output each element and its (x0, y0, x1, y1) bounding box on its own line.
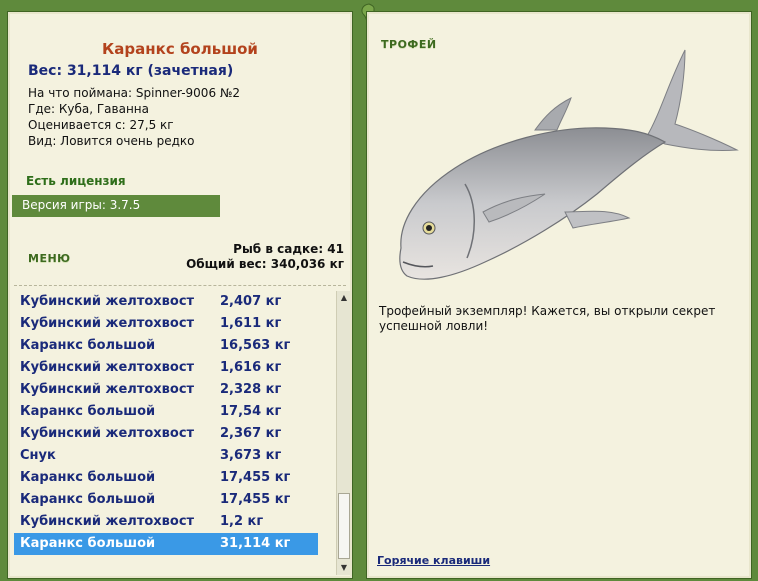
catch-row[interactable]: Каранкс большой 16,563 кг (14, 335, 318, 357)
catch-fish-weight: 2,367 кг (220, 426, 282, 441)
fish-count: Рыб в садке: 41 (233, 242, 344, 256)
catch-fish-name: Каранкс большой (20, 536, 156, 551)
catch-fish-name: Кубинский желтохвост (20, 294, 195, 309)
catch-fish-weight: 3,673 кг (220, 448, 282, 463)
catch-row[interactable]: Кубинский желтохвост 1,2 кг (14, 511, 318, 533)
catch-fish-name: Каранкс большой (20, 404, 156, 419)
catch-fish-name: Кубинский желтохвост (20, 316, 195, 331)
divider (14, 285, 346, 286)
trophy-panel: ТРОФЕЙ Трофейный экземпляр! Кажется, вы … (366, 11, 752, 579)
rating-info: Оценивается с: 27,5 кг (28, 118, 174, 132)
catch-row[interactable]: Кубинский желтохвост 1,611 кг (14, 313, 318, 335)
catch-list[interactable]: Кубинский желтохвост 2,407 кг Кубинский же… (14, 291, 318, 565)
fish-image (399, 49, 739, 280)
catch-row[interactable]: Кубинский желтохвост 1,616 кг (14, 357, 318, 379)
catch-row[interactable]: Снук 3,673 кг (14, 445, 318, 467)
scroll-thumb[interactable] (338, 493, 350, 559)
catch-fish-name: Кубинский желтохвост (20, 382, 195, 397)
catch-fish-name: Кубинский желтохвост (20, 426, 195, 441)
scroll-down-icon[interactable]: ▼ (337, 561, 351, 575)
game-version: Версия игры: 3.7.5 (12, 195, 220, 217)
catch-fish-weight: 17,54 кг (220, 404, 282, 419)
catch-fish-name: Кубинский желтохвост (20, 360, 195, 375)
catch-list-scrollbar[interactable]: ▲ ▼ (336, 291, 350, 575)
catch-fish-name: Кубинский желтохвост (20, 514, 195, 529)
bait-info: На что поймана: Spinner-9006 №2 (28, 86, 241, 100)
fish-title: Каранкс большой (102, 40, 258, 58)
catch-row[interactable]: Каранкс большой 17,54 кг (14, 401, 318, 423)
catch-fish-weight: 17,455 кг (220, 470, 291, 485)
license-status: Есть лицензия (26, 174, 126, 188)
keepnet-stats: Рыб в садке: 41 Общий вес: 340,036 кг (186, 242, 344, 272)
catch-row[interactable]: Кубинский желтохвост 2,328 кг (14, 379, 318, 401)
vine-decoration (352, 0, 368, 581)
catch-row[interactable]: Каранкс большой 17,455 кг (14, 467, 318, 489)
scroll-up-icon[interactable]: ▲ (337, 291, 351, 305)
catch-fish-weight: 2,407 кг (220, 294, 282, 309)
catch-fish-name: Каранкс большой (20, 338, 156, 353)
fish-weight: Вес: 31,114 кг (зачетная) (28, 63, 234, 79)
total-weight: Общий вес: 340,036 кг (186, 257, 344, 271)
catch-row[interactable]: Кубинский желтохвост 2,407 кг (14, 291, 318, 313)
catch-fish-name: Каранкс большой (20, 470, 156, 485)
catch-row[interactable]: Кубинский желтохвост 2,367 кг (14, 423, 318, 445)
catch-fish-weight: 17,455 кг (220, 492, 291, 507)
catch-fish-name: Каранкс большой (20, 492, 156, 507)
catch-fish-weight: 1,2 кг (220, 514, 264, 529)
catch-fish-weight: 16,563 кг (220, 338, 291, 353)
catch-fish-weight: 1,616 кг (220, 360, 282, 375)
trophy-message: Трофейный экземпляр! Кажется, вы открыли… (379, 304, 716, 333)
catch-fish-name: Снук (20, 448, 56, 463)
catch-fish-weight: 1,611 кг (220, 316, 282, 331)
catch-row-selected[interactable]: Каранкс большой 31,114 кг (14, 533, 318, 555)
fish-info-panel: Каранкс большой Вес: 31,114 кг (зачетная… (7, 11, 353, 579)
catch-row[interactable]: Каранкс большой 17,455 кг (14, 489, 318, 511)
menu-button[interactable]: МЕНЮ (28, 252, 71, 265)
location-info: Где: Куба, Гаванна (28, 102, 150, 116)
catch-fish-weight: 31,114 кг (220, 536, 291, 551)
rarity-info: Вид: Ловится очень редко (28, 134, 195, 148)
hotkeys-link[interactable]: Горячие клавиши (377, 554, 490, 567)
catch-fish-weight: 2,328 кг (220, 382, 282, 397)
